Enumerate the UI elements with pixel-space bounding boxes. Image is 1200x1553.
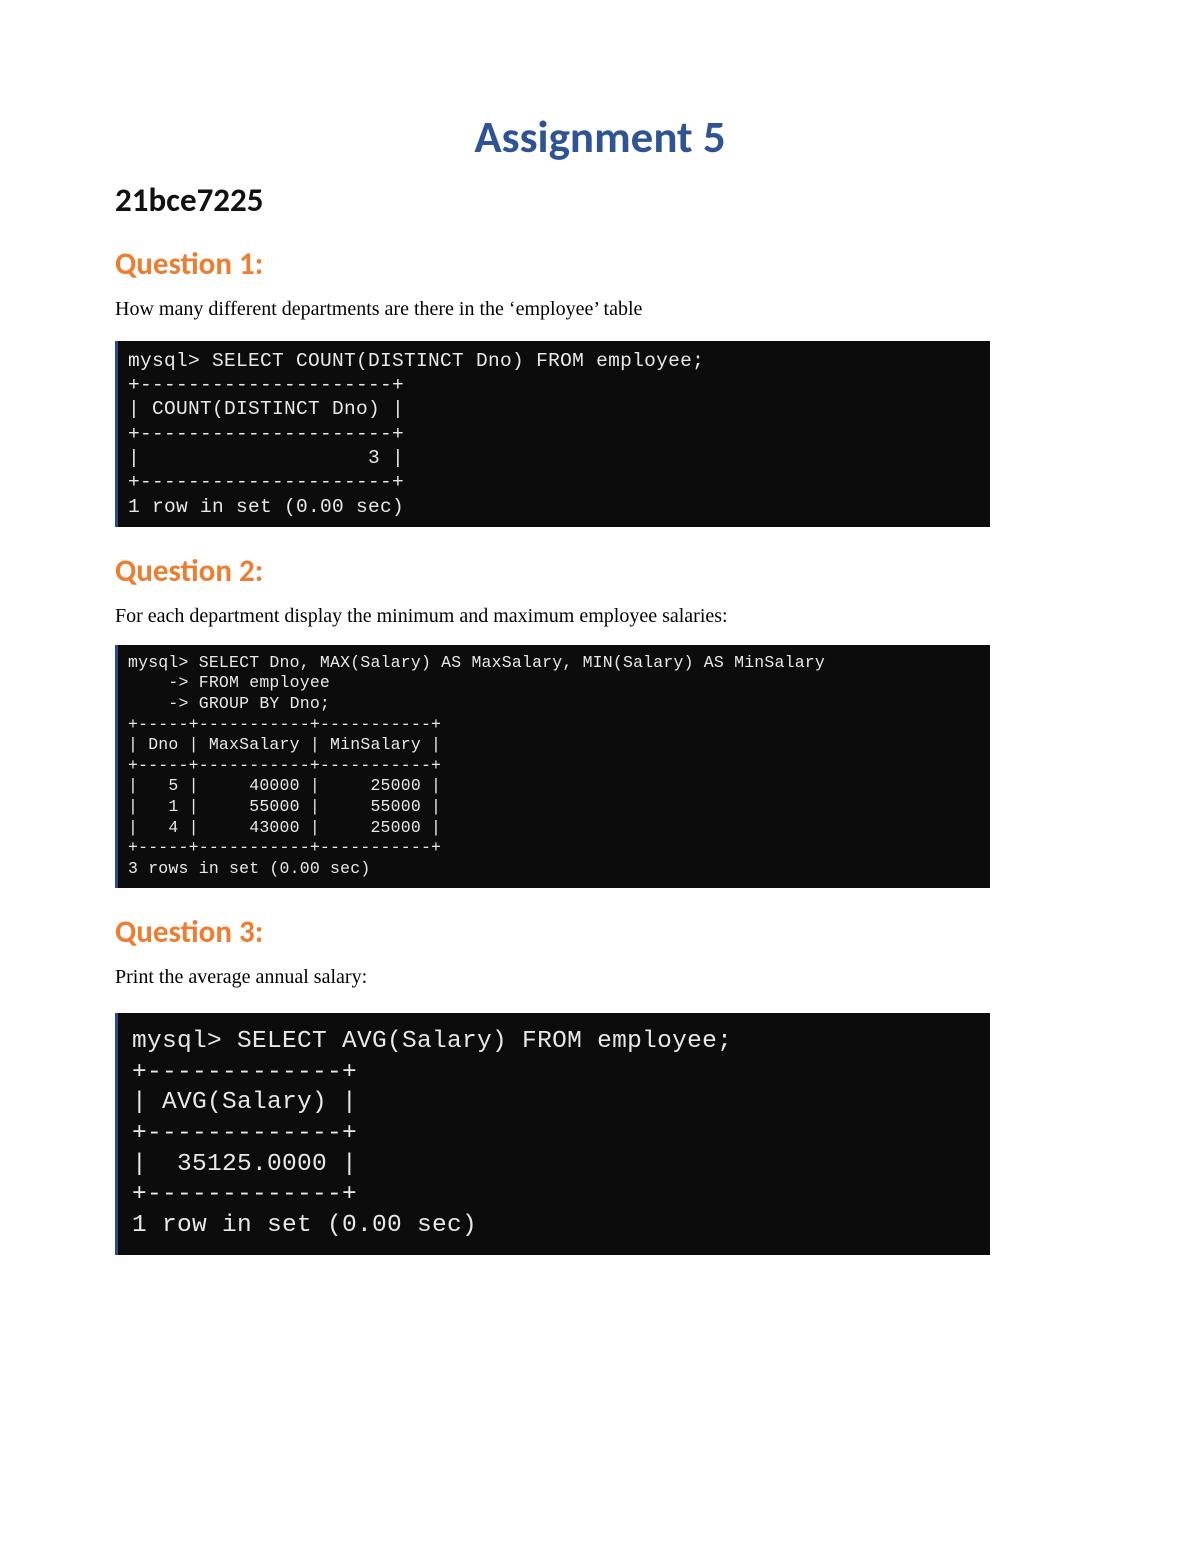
- question-block: Question 1: How many different departmen…: [115, 245, 1085, 527]
- question-heading: Question 2:: [115, 552, 1085, 590]
- question-heading: Question 1:: [115, 245, 1085, 283]
- question-description: Print the average annual salary:: [115, 966, 1085, 989]
- question-heading: Question 3:: [115, 913, 1085, 951]
- document-page: Assignment 5 21bce7225 Question 1: How m…: [0, 0, 1200, 1340]
- assignment-title: Assignment 5: [115, 110, 1085, 165]
- question-block: Question 2: For each department display …: [115, 552, 1085, 887]
- question-description: For each department display the minimum …: [115, 605, 1085, 628]
- terminal-output: mysql> SELECT Dno, MAX(Salary) AS MaxSal…: [115, 645, 990, 888]
- terminal-output: mysql> SELECT COUNT(DISTINCT Dno) FROM e…: [115, 341, 990, 528]
- terminal-output: mysql> SELECT AVG(Salary) FROM employee;…: [115, 1013, 990, 1255]
- student-id: 21bce7225: [115, 180, 1085, 220]
- question-description: How many different departments are there…: [115, 298, 1085, 321]
- question-block: Question 3: Print the average annual sal…: [115, 913, 1085, 1256]
